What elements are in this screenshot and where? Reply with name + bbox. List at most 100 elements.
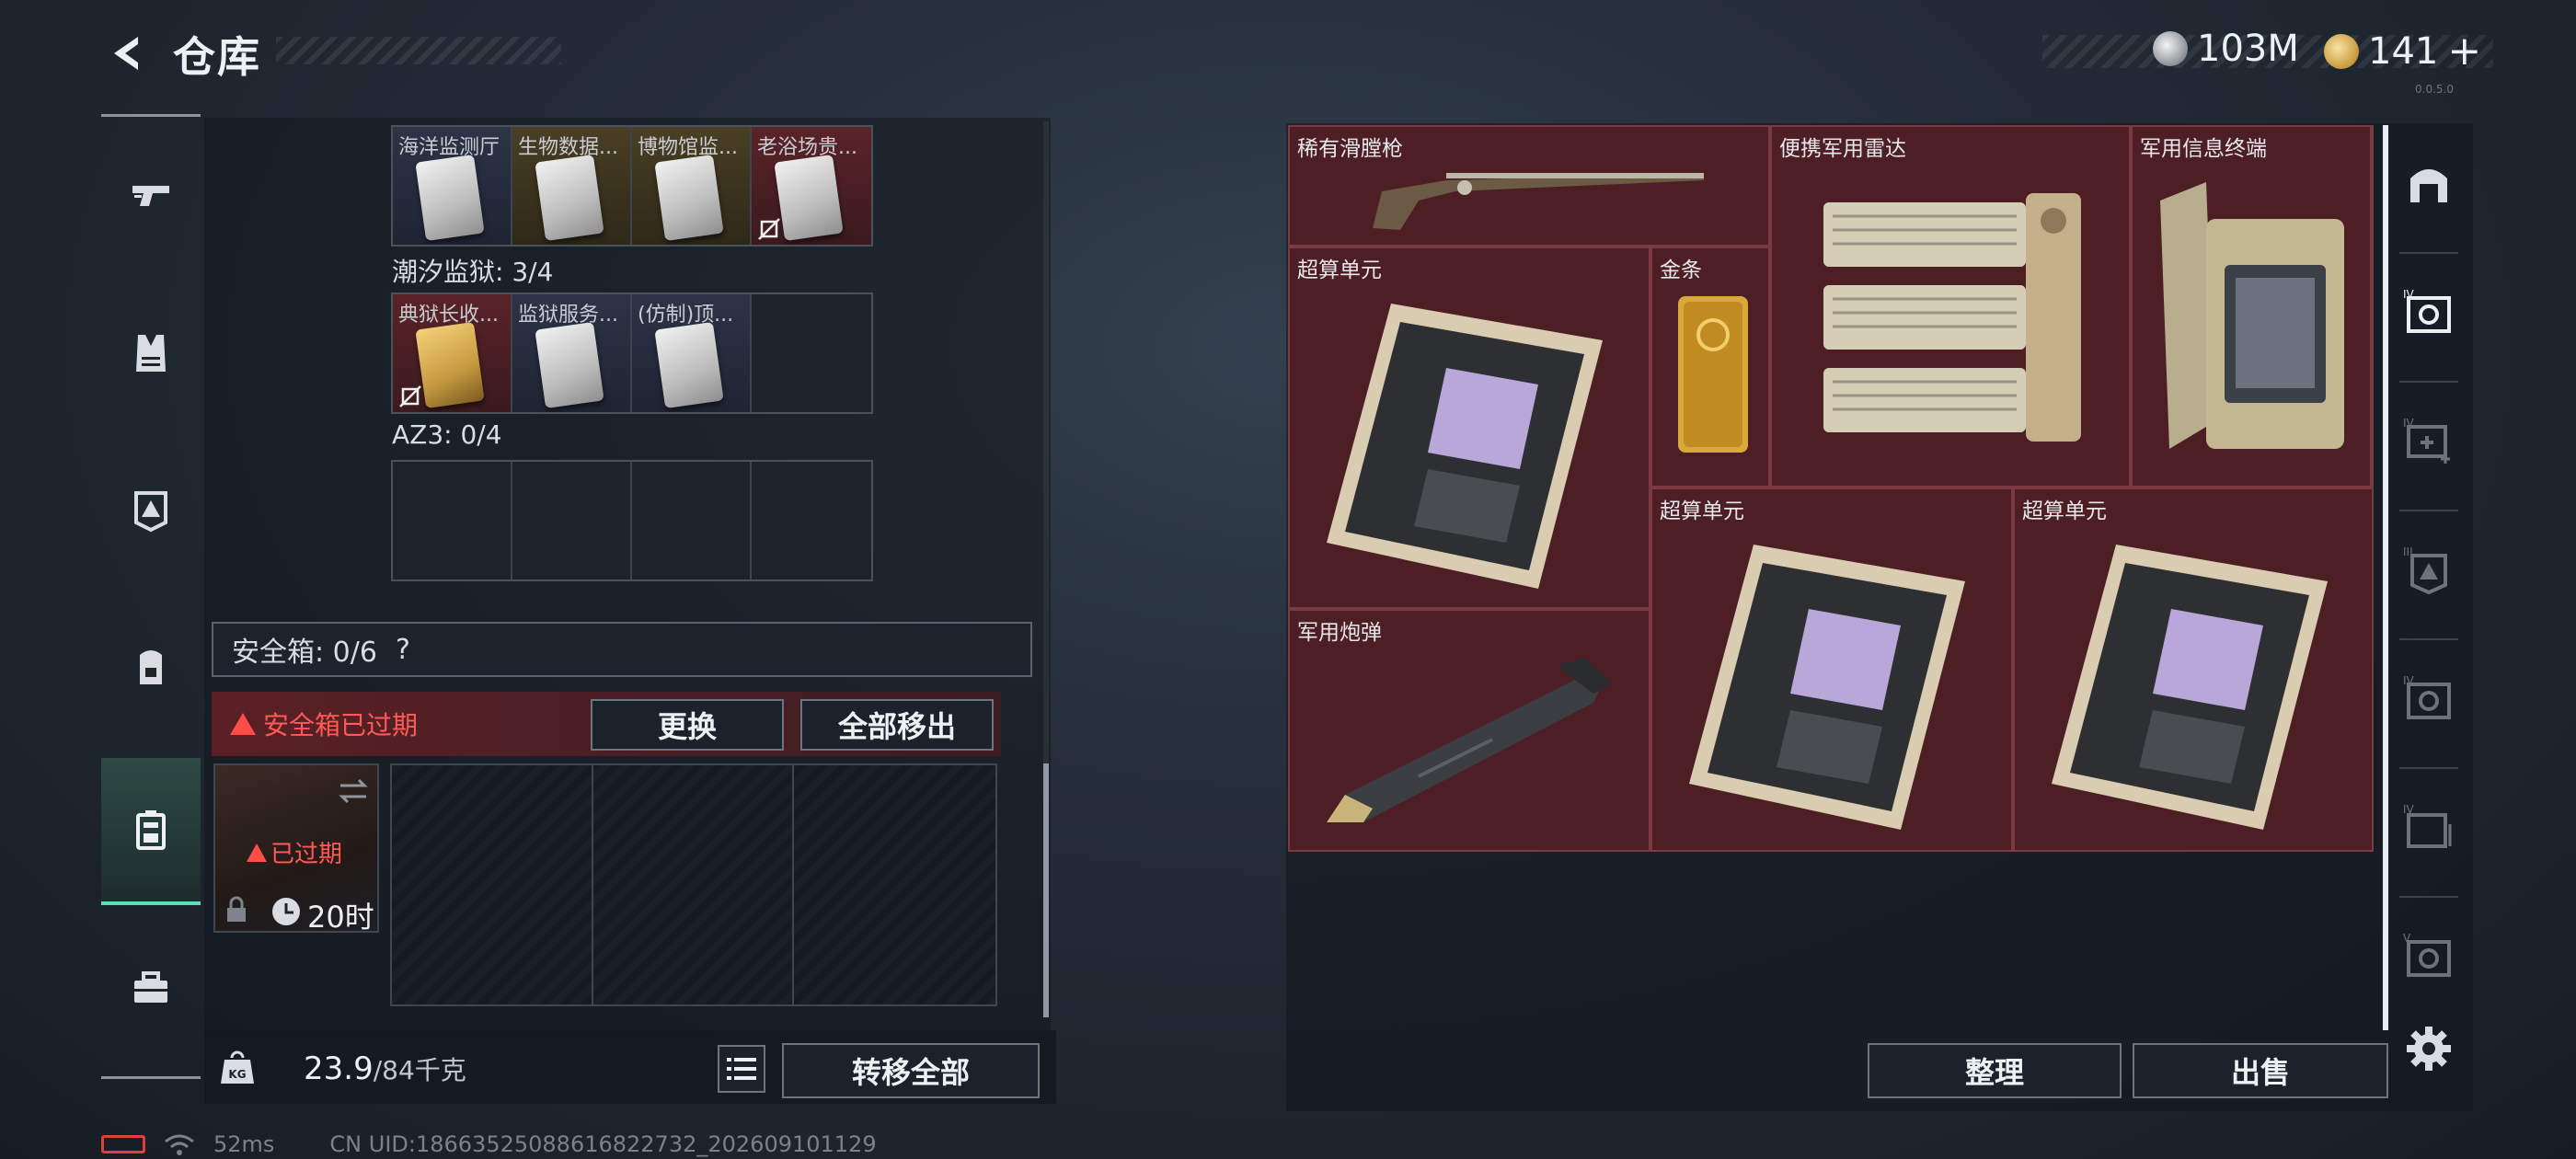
item-slot[interactable]: 监狱服务... [512,294,632,412]
item-slot[interactable]: (仿制)顶... [632,294,752,412]
tab-helmet-iii[interactable]: III [2392,524,2466,616]
keycard-icon [535,321,604,409]
item-slot[interactable]: 生物数据... [512,127,632,245]
help-button[interactable]: ? [396,634,410,666]
item-slot[interactable]: 典狱长收... [393,294,512,412]
equipment-nav [101,114,201,1082]
empty-slot[interactable] [512,462,632,580]
svg-text:IV: IV [2403,674,2415,687]
gold-bar-icon [1678,296,1748,453]
container-scrollbar-thumb[interactable] [1043,763,1049,1017]
pistol-icon [132,186,169,206]
tab-safe-v[interactable]: V [2392,911,2466,1003]
locked-slot [593,765,795,1004]
stash-item-terminal[interactable]: 军用信息终端 [2131,125,2372,488]
version-text: 0.0.5.0 [2415,83,2454,96]
silver-amount: 103M [2197,28,2299,70]
nav-vest[interactable] [101,280,201,427]
stash-item-compute-unit[interactable]: 超算单元 [1288,247,1650,609]
stash-item-compute-unit[interactable]: 超算单元 [2013,488,2374,852]
nav-backpack[interactable] [101,592,201,740]
box-iv-icon: IV [2403,803,2452,848]
safe-iv-icon: IV [2403,288,2451,333]
tab-main-stash[interactable] [2392,138,2466,230]
stash-item-radar[interactable]: 便携军用雷达 [1770,125,2131,488]
unlinked-icon [399,385,421,407]
nav-weapons[interactable] [101,123,201,270]
page-title: 仓库 [173,32,261,82]
prison-section-label: 潮汐监狱: 3/4 [392,257,554,287]
stash-item-artillery-shell[interactable]: 军用炮弹 [1288,609,1650,852]
tab-divider [2399,252,2458,254]
settings-button[interactable] [2392,1003,2466,1095]
gold-amount: 141 [2368,29,2439,73]
empty-slot[interactable] [752,294,871,412]
weight-max: /84千克 [373,1055,466,1085]
svg-text:IV: IV [2403,417,2415,430]
safebox-expired-text: 安全箱已过期 [263,710,419,740]
keycard-icon [774,154,844,242]
nav-safebox[interactable] [101,758,201,905]
tab-medkit-iv[interactable]: IV [2392,396,2466,488]
item-name: 军用炮弹 [1297,621,1382,645]
replace-button[interactable]: 更换 [591,699,784,751]
sell-button[interactable]: 出售 [2133,1043,2388,1098]
svg-text:IV: IV [2403,803,2415,816]
tab-safe-iv-2[interactable]: IV [2392,653,2466,745]
transfer-all-button[interactable]: 转移全部 [782,1043,1040,1098]
organize-button[interactable]: 整理 [1868,1043,2122,1098]
stash-item-compute-unit[interactable]: 超算单元 [1650,488,2013,852]
tab-box-iv[interactable]: IV [2392,782,2466,874]
tab-divider [2399,638,2458,640]
settings-gear-icon [2407,1027,2451,1071]
item-slot[interactable]: 博物馆监... [632,127,752,245]
swap-icon [339,778,368,804]
empty-slot[interactable] [752,462,871,580]
empty-slot[interactable] [632,462,752,580]
keycard-icon [535,154,604,242]
list-icon [727,1058,756,1080]
safe-v-icon: V [2403,932,2451,977]
weight-icon: KG [221,1050,254,1084]
svg-text:IV: IV [2403,288,2415,301]
item-slot[interactable]: 老浴场贵... [752,127,871,245]
item-slot[interactable]: 海洋监测厅 [393,127,512,245]
locked-slot [794,765,995,1004]
item-name: 军用信息终端 [2140,137,2267,161]
tab-safe-iv[interactable]: IV [2392,267,2466,359]
safebox-item[interactable]: 已过期 20时 [213,763,379,935]
back-button[interactable] [99,28,155,79]
stash-scrollbar[interactable] [2383,125,2388,1030]
empty-slot[interactable] [393,462,512,580]
stash-item-gold-bar[interactable]: 金条 [1650,247,1770,488]
gold-coin-icon [2324,33,2359,69]
nav-toolbox[interactable] [101,914,201,1061]
safe-iv-2-icon: IV [2403,674,2451,719]
artillery-shell-icon [1327,657,1612,822]
item-name: 典狱长收... [398,304,499,327]
keycard-icon [654,154,724,242]
tab-divider [2399,381,2458,383]
svg-text:III: III [2403,545,2413,558]
move-all-out-button[interactable]: 全部移出 [800,699,994,751]
kg-label: KG [228,1068,246,1081]
nav-helmet[interactable] [101,436,201,583]
compute-unit-icon [1689,545,1965,830]
keycard-grid-1: 海洋监测厅 生物数据... 博物馆监... 老浴场贵... [391,125,873,247]
medkit-iv-icon: IV [2403,417,2450,464]
carry-weight: 23.9/84千克 [304,1050,466,1087]
add-gold-button[interactable]: + [2447,28,2481,75]
gold-currency[interactable]: 141 + [2324,28,2481,75]
musket-icon [1373,173,1704,230]
item-name: 老浴场贵... [757,136,857,159]
item-name: 超算单元 [1660,499,1744,523]
az3-section-label: AZ3: 0/4 [392,419,502,450]
silver-currency[interactable]: 103M [2153,28,2299,70]
compute-unit-icon [1327,304,1603,589]
list-view-button[interactable] [718,1045,765,1093]
terminal-icon [2160,182,2344,449]
keycard-grid-2: 典狱长收... 监狱服务... (仿制)顶... [391,293,873,414]
stash-item-musket[interactable]: 稀有滑膛枪 [1288,125,1770,247]
item-name: 金条 [1660,258,1702,282]
tab-divider [2399,767,2458,769]
